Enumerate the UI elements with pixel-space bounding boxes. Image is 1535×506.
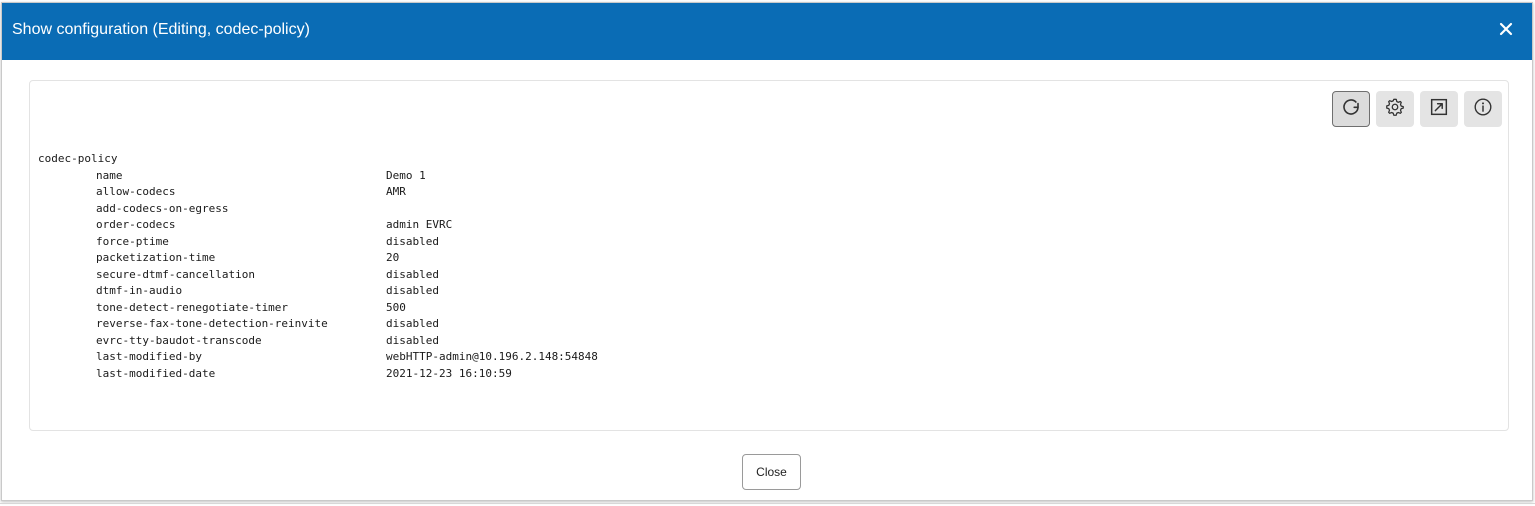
config-row: add-codecs-on-egress: [38, 201, 598, 218]
config-row: name Demo 1: [38, 168, 598, 185]
config-key: order-codecs: [96, 218, 176, 231]
config-key: allow-codecs: [96, 185, 176, 198]
gear-icon: [1384, 96, 1406, 123]
config-row: last-modified-date 2021-12-23 16:10:59: [38, 366, 598, 383]
config-key: force-ptime: [96, 234, 169, 248]
config-value: 2021-12-23 16:10:59: [386, 366, 512, 380]
refresh-icon: [1339, 95, 1363, 124]
info-button[interactable]: [1464, 91, 1502, 127]
config-value: disabled: [386, 317, 439, 330]
config-row: packetization-time 20: [38, 250, 598, 267]
page-divider: [0, 503, 1535, 504]
config-key: secure-dtmf-cancellation: [96, 267, 255, 281]
settings-button[interactable]: [1376, 91, 1414, 127]
dialog-header: Show configuration (Editing, codec-polic…: [2, 3, 1532, 60]
config-key: reverse-fax-tone-detection-reinvite: [96, 317, 328, 330]
config-row: evrc-tty-baudot-transcode disabled: [38, 333, 598, 350]
config-key: packetization-time: [96, 251, 216, 264]
expand-button[interactable]: [1420, 91, 1458, 127]
panel-toolbar: [1332, 91, 1502, 129]
info-icon: [1472, 96, 1494, 123]
config-key: name: [96, 168, 123, 182]
config-row: force-ptime disabled: [38, 234, 598, 251]
config-value: disabled: [386, 267, 439, 281]
config-value: AMR: [386, 185, 406, 198]
config-row: reverse-fax-tone-detection-reinvite disab…: [38, 316, 598, 333]
show-configuration-dialog: Show configuration (Editing, codec-polic…: [1, 2, 1533, 501]
config-key: evrc-tty-baudot-transcode: [96, 333, 262, 347]
config-row: allow-codecs AMR: [38, 184, 598, 201]
config-value: admin EVRC: [386, 218, 453, 231]
config-value: webHTTP-admin@10.196.2.148:54848: [386, 350, 598, 363]
config-key: dtmf-in-audio: [96, 284, 183, 297]
config-key: last-modified-date: [96, 366, 216, 380]
close-icon[interactable]: [1494, 17, 1518, 41]
config-value: Demo 1: [386, 168, 426, 182]
config-value: 20: [386, 251, 400, 264]
close-button[interactable]: Close: [742, 454, 801, 490]
config-row: last-modified-by webHTTP-admin@10.196.2.1…: [38, 349, 598, 366]
config-value: disabled: [386, 333, 439, 347]
config-value: disabled: [386, 284, 439, 297]
config-row: order-codecs admin EVRC: [38, 217, 598, 234]
config-value: disabled: [386, 234, 439, 248]
config-row: tone-detect-renegotiate-timer 500: [38, 300, 598, 317]
configuration-panel: codec-policy name Demo 1 allow-codecs AMR ad…: [29, 80, 1509, 431]
config-row: secure-dtmf-cancellation disabled: [38, 267, 598, 284]
dialog-title: Show configuration (Editing, codec-polic…: [12, 21, 310, 38]
config-row: dtmf-in-audio disabled: [38, 283, 598, 300]
config-key: last-modified-by: [96, 350, 202, 363]
config-key: add-codecs-on-egress: [96, 201, 229, 215]
refresh-button[interactable]: [1332, 91, 1370, 127]
config-root: codec-policy: [38, 152, 118, 165]
config-value: 500: [386, 300, 406, 314]
config-key: tone-detect-renegotiate-timer: [96, 300, 289, 314]
configuration-text: codec-policy name Demo 1 allow-codecs AMR ad…: [38, 151, 598, 382]
expand-icon: [1428, 96, 1450, 123]
config-rows: name Demo 1 allow-codecs AMR add-codecs-on-e…: [38, 168, 598, 383]
